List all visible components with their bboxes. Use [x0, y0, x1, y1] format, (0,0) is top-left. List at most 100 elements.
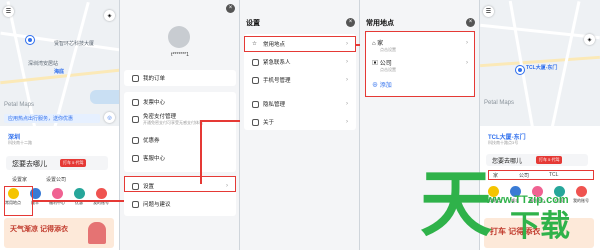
shortcut-account[interactable]: 我的账号 — [572, 186, 590, 204]
layers-button[interactable]: ◈ — [104, 10, 115, 21]
map-brand: Petal Maps — [484, 100, 515, 106]
search-tag[interactable]: 打车 5 代驾 — [536, 156, 563, 164]
chevron-right-icon: › — [346, 59, 348, 65]
watermark-big-char: 天 — [420, 162, 493, 246]
menu-icon: ☰ — [5, 9, 12, 15]
quick-link-work[interactable]: 设置公司 — [46, 176, 66, 183]
quick-link-home[interactable]: 家 — [493, 172, 498, 179]
place-sub: 点击设置 — [380, 47, 396, 52]
places-card: ⌂ 家 点击设置 › ▣ 公司 点击设置 › ⊕ 添加 — [366, 32, 474, 96]
ad-banner[interactable]: 天气渐凉 记得添衣 — [4, 218, 114, 248]
shortcut-account[interactable]: 我的账号 — [92, 188, 110, 206]
menu-sublabel: 开通免密支付可享受无感支付体验 — [143, 120, 203, 125]
shortcut-common-places[interactable]: 常用地点 — [4, 188, 22, 206]
settings-item-privacy[interactable]: 隐私管理 › — [244, 100, 356, 108]
map-home-panel: 贤智环芯科技大厦 深圳湾安居站 海底 Petal Maps ☰ ◈ ◎ 应用热点… — [0, 0, 120, 250]
plus-icon: ⊕ — [372, 83, 379, 89]
chevron-right-icon: › — [346, 101, 348, 107]
highlight-box: 家 公司 TCL — [488, 170, 594, 180]
privacy-icon — [252, 100, 259, 108]
gear-icon — [132, 182, 139, 190]
search-tag[interactable]: 打车 5 代驾 — [60, 159, 87, 167]
layers-icon: ◈ — [107, 12, 112, 19]
menu-label: 我的订单 — [143, 76, 166, 82]
map-brand: Petal Maps — [4, 102, 35, 108]
contact-icon — [252, 58, 259, 66]
close-icon[interactable]: × — [466, 18, 475, 27]
chevron-right-icon: › — [226, 183, 228, 189]
connector-line — [200, 120, 242, 122]
menu-item-invoice[interactable]: 发票中心 — [124, 98, 236, 106]
delivery-icon — [29, 188, 41, 199]
menu-item-service[interactable]: 客服中心 — [124, 154, 236, 162]
pickup-sub: 科技南十路点3号 — [488, 140, 519, 145]
add-place-button[interactable]: ⊕ 添加 — [372, 80, 392, 89]
person-illustration-icon — [88, 222, 106, 244]
promo-banner[interactable]: 应用热点出行服务，送你优惠 — [4, 114, 100, 123]
menu-label: 发票中心 — [143, 100, 166, 106]
quick-link-home[interactable]: 设置家 — [12, 176, 27, 183]
connector-line — [33, 200, 124, 202]
settings-label: 手机号管理 — [263, 78, 291, 84]
page-title: 设置 — [246, 20, 260, 27]
menu-label: 问题与建议 — [143, 202, 171, 208]
screenshot-stage: 贤智环芯科技大厦 深圳湾安居站 海底 Petal Maps ☰ ◈ ◎ 应用热点… — [0, 0, 600, 250]
search-placeholder: 您要去哪儿 — [492, 159, 523, 165]
account-icon — [95, 188, 107, 199]
settings-label: 紧急联系人 — [263, 60, 291, 66]
menu-label: 设置 — [143, 184, 155, 190]
settings-item-common-places[interactable]: ☆ 常用地点 › — [244, 40, 356, 49]
pickup-sub: 科技南十二路 — [8, 140, 32, 145]
place-item-work[interactable]: ▣ 公司 点击设置 — [372, 58, 396, 73]
map-water — [90, 90, 119, 104]
shortcut-label: 常用地点 — [5, 200, 21, 205]
settings-item-emergency-contact[interactable]: 紧急联系人 › — [244, 58, 356, 66]
shortcut-sf[interactable]: 顺丰 — [26, 188, 44, 206]
settings-item-about[interactable]: 关于 › — [244, 118, 356, 126]
profile-menu-panel: × t*******1 我的订单 发票中心 免密支付管理 开通免密支付可享受无感支… — [120, 0, 240, 250]
chevron-right-icon: › — [346, 41, 348, 47]
payment-icon — [132, 115, 139, 123]
layers-button[interactable]: ◈ — [584, 34, 595, 45]
current-location-pin — [516, 66, 524, 74]
chevron-right-icon: › — [346, 119, 348, 125]
close-icon[interactable]: × — [226, 4, 235, 13]
locate-button[interactable]: ◎ — [104, 112, 115, 123]
close-icon[interactable]: × — [346, 18, 355, 27]
menu-item-feedback[interactable]: 问题与建议 — [124, 200, 236, 208]
shortcut-welfare[interactable]: 福利中心 — [48, 188, 66, 206]
watermark-tail: 下载 — [510, 209, 570, 244]
avatar[interactable] — [168, 26, 190, 48]
search-box[interactable]: 您要去哪儿 打车 5 代驾 — [6, 156, 108, 170]
add-label: 添加 — [379, 83, 392, 89]
invoice-icon — [132, 98, 139, 106]
menu-card: 发票中心 免密支付管理 开通免密支付可享受无感支付体验 优惠券 客服中心 — [124, 92, 236, 172]
menu-card: 设置 › 问题与建议 — [124, 176, 236, 216]
search-box[interactable]: 您要去哪儿 打车 5 代驾 — [486, 154, 588, 166]
settings-label: 隐私管理 — [263, 102, 286, 108]
menu-item-coupons[interactable]: 优惠券 — [124, 136, 236, 144]
info-icon — [252, 118, 259, 126]
profile-menu-button[interactable]: ☰ — [483, 6, 494, 17]
menu-item-password-free[interactable]: 免密支付管理 开通免密支付可享受无感支付体验 — [124, 112, 236, 126]
menu-icon: ☰ — [485, 9, 492, 15]
place-item-home[interactable]: ⌂ 家 点击设置 — [372, 38, 396, 53]
search-placeholder: 您要去哪儿 — [12, 161, 47, 168]
shortcut-coupons[interactable]: 优惠 — [70, 188, 88, 206]
current-location-pin — [26, 36, 34, 44]
menu-item-settings[interactable]: 设置 › — [124, 182, 236, 190]
bottom-sheet: 深圳 科技南十二路 您要去哪儿 打车 5 代驾 设置家 设置公司 常用地点 顺丰… — [0, 126, 119, 250]
menu-item-orders[interactable]: 我的订单 — [124, 74, 236, 82]
coupon-icon — [132, 136, 139, 144]
chevron-right-icon: › — [466, 40, 468, 46]
ad-text: 天气渐凉 记得添衣 — [10, 226, 68, 233]
locate-icon: ◎ — [107, 114, 112, 121]
menu-card: 我的订单 — [124, 70, 236, 86]
quick-link-saved[interactable]: TCL — [549, 172, 558, 178]
menu-label: 优惠券 — [143, 138, 160, 144]
quick-link-work[interactable]: 公司 — [519, 172, 529, 179]
profile-menu-button[interactable]: ☰ — [3, 6, 14, 17]
map-road — [53, 1, 90, 129]
settings-item-phone[interactable]: 手机号管理 › — [244, 76, 356, 84]
menu-label: 客服中心 — [143, 156, 166, 162]
